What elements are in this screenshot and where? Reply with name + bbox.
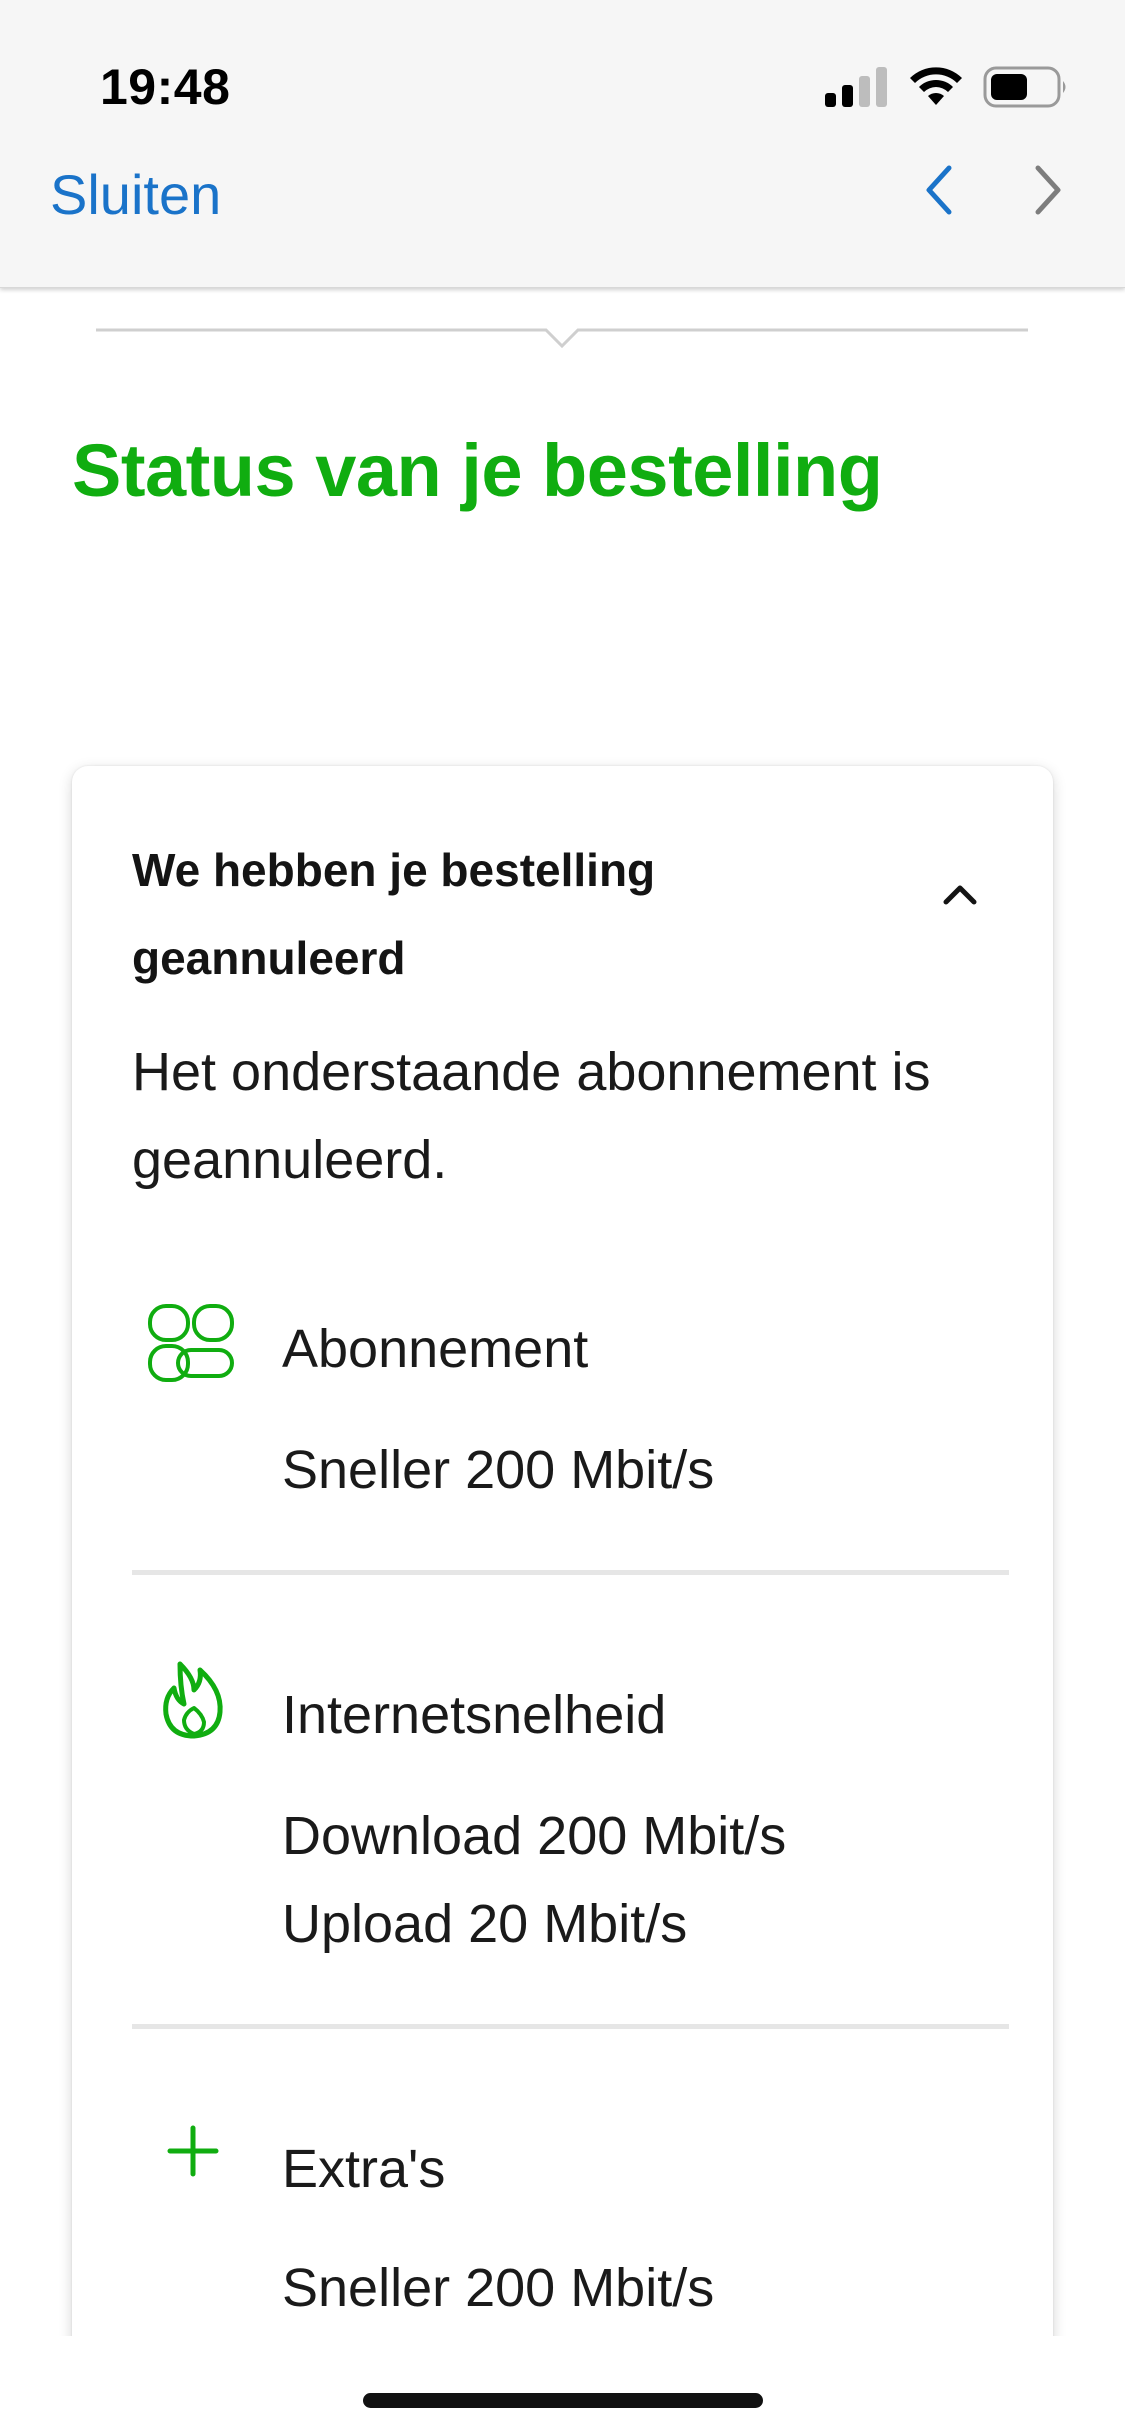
intro-text: Het onderstaande abonnement is geannulee…: [132, 1028, 1032, 1204]
bottom-safe-area: [0, 2336, 1125, 2436]
intro-line-2: geannuleerd.: [132, 1130, 448, 1190]
back-arrow-icon[interactable]: [915, 160, 965, 220]
chevron-up-icon[interactable]: [938, 872, 982, 916]
card-heading[interactable]: We hebben je bestelling geannuleerd: [132, 826, 852, 1002]
row-value-abonnement: Sneller 200 Mbit/s: [282, 1440, 715, 1500]
browser-header: 19:48 Sluiten: [0, 0, 1125, 288]
status-icons: [825, 62, 1069, 112]
row-label-internetsnelheid: Internetsnelheid: [282, 1685, 667, 1745]
order-status-card: We hebben je bestelling geannuleerd Het …: [72, 766, 1053, 2436]
row-label-abonnement: Abonnement: [282, 1319, 589, 1379]
row-value-download: Download 200 Mbit/s: [282, 1806, 787, 1866]
page-title: Status van je bestelling: [72, 429, 883, 512]
subscription-icon: [148, 1304, 234, 1382]
card-heading-line-1: We hebben je bestelling: [132, 844, 656, 896]
wifi-icon: [910, 67, 962, 105]
battery-icon: [983, 66, 1066, 108]
row-divider: [132, 2024, 1009, 2029]
flame-icon: [163, 1661, 223, 1739]
forward-arrow-icon[interactable]: [1022, 160, 1072, 220]
close-button[interactable]: Sluiten: [50, 162, 221, 227]
row-value-upload: Upload 20 Mbit/s: [282, 1894, 688, 1954]
plus-icon: [167, 2125, 219, 2177]
cellular-signal-icon: [825, 67, 887, 107]
intro-line-1: Het onderstaande abonnement is: [132, 1042, 931, 1102]
row-value-extras: Sneller 200 Mbit/s: [282, 2258, 715, 2318]
row-divider: [132, 1570, 1009, 1575]
section-divider: [96, 328, 1028, 349]
order-status-page: 19:48 Sluiten Status van je bestelling W…: [0, 0, 1125, 2436]
row-label-extras: Extra's: [282, 2139, 446, 2199]
status-time: 19:48: [100, 59, 231, 115]
home-indicator[interactable]: [363, 2393, 763, 2408]
card-heading-line-2: geannuleerd: [132, 932, 406, 984]
